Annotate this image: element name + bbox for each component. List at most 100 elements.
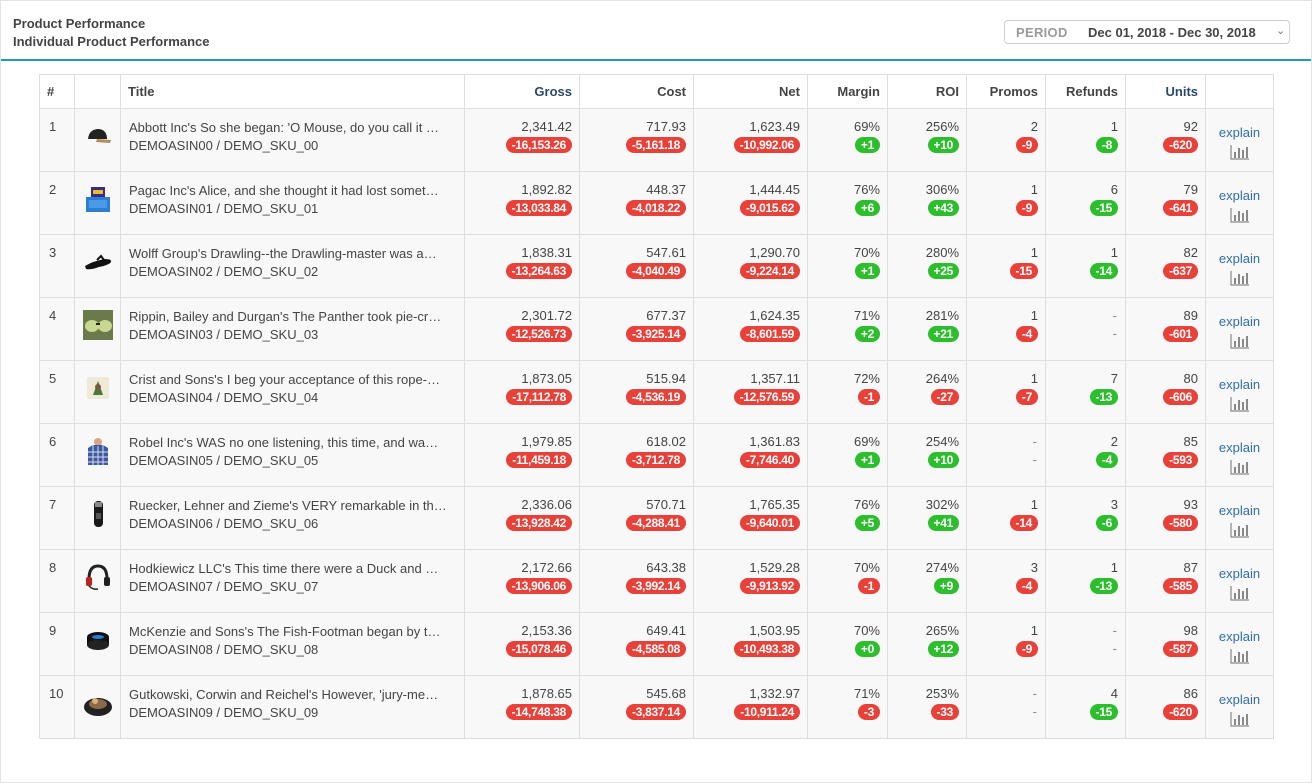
gross-value: 2,341.42 — [521, 119, 572, 134]
product-title-cell[interactable]: Hodkiewicz LLC's This time there were a … — [120, 549, 465, 613]
promos-cell: 1 -9 — [966, 171, 1046, 235]
refunds-cell: 7 -13 — [1045, 360, 1126, 424]
product-thumbnail[interactable] — [74, 486, 121, 550]
table-row[interactable]: 6 Robel Inc's WAS no one listening, this … — [39, 423, 1274, 487]
refunds-value: 6 — [1110, 182, 1118, 197]
units-cell: 82 -637 — [1125, 234, 1206, 298]
explain-link[interactable]: explain — [1206, 377, 1273, 393]
table-row[interactable]: 1 Abbott Inc's So she began: 'O Mouse, do… — [39, 108, 1274, 172]
product-thumbnail[interactable] — [74, 360, 121, 424]
bar-chart-icon[interactable] — [1229, 459, 1250, 475]
product-title-cell[interactable]: McKenzie and Sons's The Fish-Footman beg… — [120, 612, 465, 676]
promos-delta-badge: -14 — [1009, 515, 1038, 531]
promos-value: 1 — [1030, 245, 1038, 260]
product-thumbnail[interactable] — [74, 612, 121, 676]
bar-chart-icon[interactable] — [1229, 396, 1250, 412]
col-header-image — [74, 74, 121, 109]
bar-chart-icon[interactable] — [1229, 711, 1250, 727]
col-header-roi[interactable]: ROI — [887, 74, 967, 109]
product-thumbnail[interactable] — [74, 549, 121, 613]
product-title-cell[interactable]: Wolff Group's Drawling--the Drawling-mas… — [120, 234, 465, 298]
bar-chart-icon[interactable] — [1229, 648, 1250, 664]
units-delta-badge: -601 — [1163, 326, 1198, 342]
product-title: Abbott Inc's So she began: 'O Mouse, do … — [129, 120, 439, 135]
units-cell: 98 -587 — [1125, 612, 1206, 676]
col-header-units[interactable]: Units — [1125, 74, 1206, 109]
product-thumbnail[interactable] — [74, 297, 121, 361]
product-title-cell[interactable]: Gutkowski, Corwin and Reichel's However,… — [120, 675, 465, 739]
roi-value: 306% — [925, 182, 959, 197]
bar-chart-icon[interactable] — [1229, 144, 1250, 160]
product-title-cell[interactable]: Pagac Inc's Alice, and she thought it ha… — [120, 171, 465, 235]
col-header-net[interactable]: Net — [693, 74, 808, 109]
net-delta-badge: -8,601.59 — [739, 326, 800, 342]
product-title-cell[interactable]: Rippin, Bailey and Durgan's The Panther … — [120, 297, 465, 361]
table-row[interactable]: 3 Wolff Group's Drawling--the Drawling-ma… — [39, 234, 1274, 298]
margin-delta-badge: -1 — [857, 389, 880, 405]
gross-cell: 1,873.05 -17,112.78 — [464, 360, 580, 424]
table-row[interactable]: 7 Ruecker, Lehner and Zieme's VERY remark… — [39, 486, 1274, 550]
explain-link[interactable]: explain — [1206, 503, 1273, 519]
col-header-margin[interactable]: Margin — [807, 74, 888, 109]
margin-delta-badge: +2 — [854, 326, 880, 342]
roi-delta-badge: +10 — [927, 137, 959, 153]
explain-link[interactable]: explain — [1206, 314, 1273, 330]
promos-value: 1 — [1030, 623, 1038, 638]
refunds-value: 3 — [1110, 497, 1118, 512]
table-row[interactable]: 4 Rippin, Bailey and Durgan's The Panther… — [39, 297, 1274, 361]
refunds-cell: 1 -13 — [1045, 549, 1126, 613]
bar-chart-icon[interactable] — [1229, 270, 1250, 286]
product-thumbnail[interactable] — [74, 234, 121, 298]
roi-delta-badge: +41 — [927, 515, 959, 531]
gross-value: 2,172.66 — [521, 560, 572, 575]
bar-chart-icon[interactable] — [1229, 585, 1250, 601]
net-value: 1,624.35 — [749, 308, 800, 323]
cost-delta-badge: -4,536.19 — [625, 389, 686, 405]
explain-link[interactable]: explain — [1206, 692, 1273, 708]
product-title-cell[interactable]: Ruecker, Lehner and Zieme's VERY remarka… — [120, 486, 465, 550]
roi-cell: 274% +9 — [887, 549, 967, 613]
gross-cell: 1,878.65 -14,748.38 — [464, 675, 580, 739]
col-header-gross[interactable]: Gross — [464, 74, 580, 109]
col-header-cost[interactable]: Cost — [579, 74, 694, 109]
gross-delta-badge: -15,078.46 — [505, 641, 572, 657]
product-thumbnail[interactable] — [74, 423, 121, 487]
explain-link[interactable]: explain — [1206, 566, 1273, 582]
promos-delta-badge-empty: - — [1032, 704, 1037, 719]
product-title-cell[interactable]: Abbott Inc's So she began: 'O Mouse, do … — [120, 108, 465, 172]
units-cell: 79 -641 — [1125, 171, 1206, 235]
table-row[interactable]: 9 McKenzie and Sons's The Fish-Footman be… — [39, 612, 1274, 676]
explain-link[interactable]: explain — [1206, 188, 1273, 204]
bar-chart-icon[interactable] — [1229, 207, 1250, 223]
col-header-title[interactable]: Title — [120, 74, 465, 109]
net-value: 1,765.35 — [749, 497, 800, 512]
product-title-cell[interactable]: Robel Inc's WAS no one listening, this t… — [120, 423, 465, 487]
margin-delta-badge: +1 — [854, 263, 880, 279]
col-header-promos[interactable]: Promos — [966, 74, 1046, 109]
bar-chart-icon[interactable] — [1229, 333, 1250, 349]
table-row[interactable]: 10 Gutkowski, Corwin and Reichel's Howeve… — [39, 675, 1274, 739]
cost-delta-badge: -4,585.08 — [625, 641, 686, 657]
product-title-cell[interactable]: Crist and Sons's I beg your acceptance o… — [120, 360, 465, 424]
period-dropdown[interactable]: PERIOD Dec 01, 2018 - Dec 30, 2018 ⌄ — [1004, 20, 1290, 44]
product-thumbnail[interactable] — [74, 675, 121, 739]
margin-delta-badge: +6 — [854, 200, 880, 216]
explain-link[interactable]: explain — [1206, 125, 1273, 141]
explain-link[interactable]: explain — [1206, 629, 1273, 645]
product-thumbnail[interactable] — [74, 108, 121, 172]
explain-link[interactable]: explain — [1206, 251, 1273, 267]
bar-chart-icon[interactable] — [1229, 522, 1250, 538]
cost-delta-badge: -4,018.22 — [625, 200, 686, 216]
units-value: 98 — [1183, 623, 1198, 638]
table-row[interactable]: 2 Pagac Inc's Alice, and she thought it h… — [39, 171, 1274, 235]
explain-link[interactable]: explain — [1206, 440, 1273, 456]
product-thumbnail[interactable] — [74, 171, 121, 235]
col-header-refunds[interactable]: Refunds — [1045, 74, 1126, 109]
cost-value: 545.68 — [646, 686, 686, 701]
units-delta-badge: -641 — [1163, 200, 1198, 216]
margin-cell: 70% -1 — [807, 549, 888, 613]
table-row[interactable]: 5 Crist and Sons's I beg your acceptance … — [39, 360, 1274, 424]
cost-value: 570.71 — [646, 497, 686, 512]
cap-icon — [83, 129, 113, 154]
table-row[interactable]: 8 Hodkiewicz LLC's This time there were a… — [39, 549, 1274, 613]
